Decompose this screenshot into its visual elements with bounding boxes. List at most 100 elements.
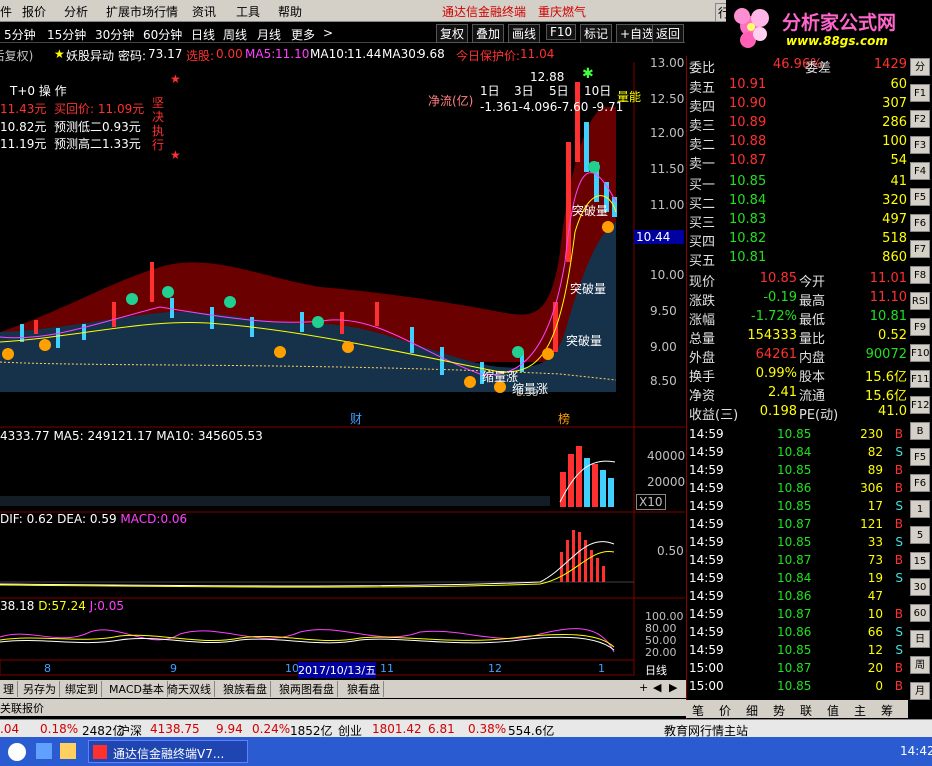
tab-item[interactable]: 倚天双线: [164, 681, 215, 697]
side-tab[interactable]: F6: [910, 214, 930, 232]
side-tab[interactable]: F5: [910, 448, 930, 466]
period-week[interactable]: 周线: [223, 26, 247, 43]
linked-quote-label[interactable]: 关联报价: [0, 700, 44, 716]
mark-button[interactable]: 标记: [580, 24, 613, 43]
stat-value: 64261: [755, 347, 797, 362]
quote-tab[interactable]: 势: [773, 702, 785, 719]
buy-row[interactable]: 买一 10.85 41: [687, 173, 909, 193]
buy-row[interactable]: 买四 10.82 518: [687, 230, 909, 250]
buy-row[interactable]: 买二 10.84 320: [687, 192, 909, 212]
side-tab[interactable]: F11: [910, 370, 930, 388]
period-month[interactable]: 月线: [257, 26, 281, 43]
side-tab[interactable]: F3: [910, 136, 930, 154]
folder-icon[interactable]: [60, 743, 76, 759]
period-5min[interactable]: 5分钟: [4, 26, 36, 43]
side-tab[interactable]: RSI: [910, 292, 930, 310]
side-tab[interactable]: F12: [910, 396, 930, 414]
buy-volume: 320: [882, 193, 907, 208]
back-button[interactable]: 返回: [652, 24, 685, 43]
side-tab[interactable]: 月: [910, 682, 930, 700]
tab-item[interactable]: 理: [0, 681, 18, 697]
sell-row[interactable]: 卖四 10.90 307: [687, 95, 909, 115]
period-more[interactable]: 更多: [291, 26, 315, 43]
sell-row[interactable]: 卖一 10.87 54: [687, 152, 909, 172]
fuquan-button[interactable]: 复权: [436, 24, 469, 43]
side-tab[interactable]: 60: [910, 604, 930, 622]
tick-time: 15:00: [689, 679, 724, 693]
period-30min[interactable]: 30分钟: [95, 26, 134, 43]
sell-row[interactable]: 卖三 10.89 286: [687, 114, 909, 134]
side-tab[interactable]: 1: [910, 500, 930, 518]
side-tab[interactable]: F5: [910, 188, 930, 206]
quote-tab[interactable]: 筹: [881, 702, 893, 719]
menu-item[interactable]: 件: [0, 3, 12, 20]
period-next[interactable]: >: [323, 26, 333, 40]
menu-item[interactable]: 报价: [22, 3, 46, 20]
side-tab[interactable]: F7: [910, 240, 930, 258]
ie-icon[interactable]: [36, 743, 52, 759]
tab-left-icon[interactable]: ◀: [650, 681, 664, 694]
side-tab[interactable]: 周: [910, 656, 930, 674]
tab-item[interactable]: MACD基本: [106, 681, 168, 697]
quote-tab[interactable]: 笔: [692, 702, 704, 719]
side-tab[interactable]: F9: [910, 318, 930, 336]
side-tab[interactable]: F10: [910, 344, 930, 362]
quote-tab[interactable]: 主: [854, 702, 866, 719]
menu-item[interactable]: 工具: [236, 3, 260, 20]
period-60min[interactable]: 60分钟: [143, 26, 182, 43]
buy-row[interactable]: 买五 10.81 860: [687, 249, 909, 269]
quote-tab[interactable]: 联: [800, 702, 812, 719]
info-label: MA10:: [310, 47, 348, 61]
buy-row[interactable]: 买三 10.83 497: [687, 211, 909, 231]
side-tab[interactable]: 30: [910, 578, 930, 596]
stat-label: 总量: [689, 332, 716, 347]
stat-row: 涨跌 -0.19 最高 11.10: [687, 289, 909, 309]
f10-button[interactable]: F10: [546, 24, 577, 40]
tab-item[interactable]: 狼族看盘: [220, 681, 271, 697]
side-tab[interactable]: F8: [910, 266, 930, 284]
quote-tab[interactable]: 价: [719, 702, 731, 719]
overlay-button[interactable]: 叠加: [472, 24, 505, 43]
tick-price: 10.85: [777, 679, 812, 693]
tick-side: S: [895, 571, 903, 585]
taskbar-app-button[interactable]: 通达信金融终端V7...: [88, 740, 248, 763]
tab-right-icon[interactable]: ▶: [666, 681, 680, 694]
side-tab[interactable]: F4: [910, 162, 930, 180]
tab-item[interactable]: 狼两图看盘: [276, 681, 338, 697]
buy-price: 10.84: [729, 193, 767, 208]
stat-label: 收益(三): [689, 408, 739, 423]
side-tab[interactable]: F2: [910, 110, 930, 128]
sell-row[interactable]: 卖五 10.91 60: [687, 76, 909, 96]
side-tab[interactable]: 15: [910, 552, 930, 570]
period-15min[interactable]: 15分钟: [47, 26, 86, 43]
side-tab[interactable]: B: [910, 422, 930, 440]
menu-item[interactable]: 帮助: [278, 3, 302, 20]
menu-item[interactable]: 扩展市场行情: [106, 3, 178, 20]
quote-tab[interactable]: 值: [827, 702, 839, 719]
side-tab[interactable]: 分: [910, 58, 930, 76]
sell-row[interactable]: 卖二 10.88 100: [687, 133, 909, 153]
sell-price: 10.89: [729, 115, 767, 130]
link-bar: 关联报价: [0, 699, 686, 716]
side-tab[interactable]: 5: [910, 526, 930, 544]
sell-price: 10.90: [729, 96, 767, 111]
tab-item[interactable]: 绑定到: [62, 681, 102, 697]
start-icon[interactable]: [8, 743, 26, 761]
menu-item[interactable]: 资讯: [192, 3, 216, 20]
volume-unit[interactable]: X10: [636, 494, 666, 510]
side-tab[interactable]: 日: [910, 630, 930, 648]
period-label[interactable]: 日线: [645, 662, 667, 678]
buy-label: 买一: [689, 178, 716, 193]
draw-button[interactable]: 画线: [508, 24, 541, 43]
side-tab[interactable]: F1: [910, 84, 930, 102]
side-tab[interactable]: F6: [910, 474, 930, 492]
tab-add-icon[interactable]: +: [636, 681, 651, 694]
period-day[interactable]: 日线: [191, 26, 215, 43]
menu-item[interactable]: 分析: [64, 3, 88, 20]
quote-tab[interactable]: 细: [746, 702, 758, 719]
tick-price: 10.87: [777, 607, 812, 621]
app-icon: [93, 745, 107, 759]
tab-item[interactable]: 狼看盘: [344, 681, 384, 697]
kdj-info: 38.18 D:57.24 J:0.05: [0, 599, 124, 613]
tab-item[interactable]: 另存为: [20, 681, 60, 697]
